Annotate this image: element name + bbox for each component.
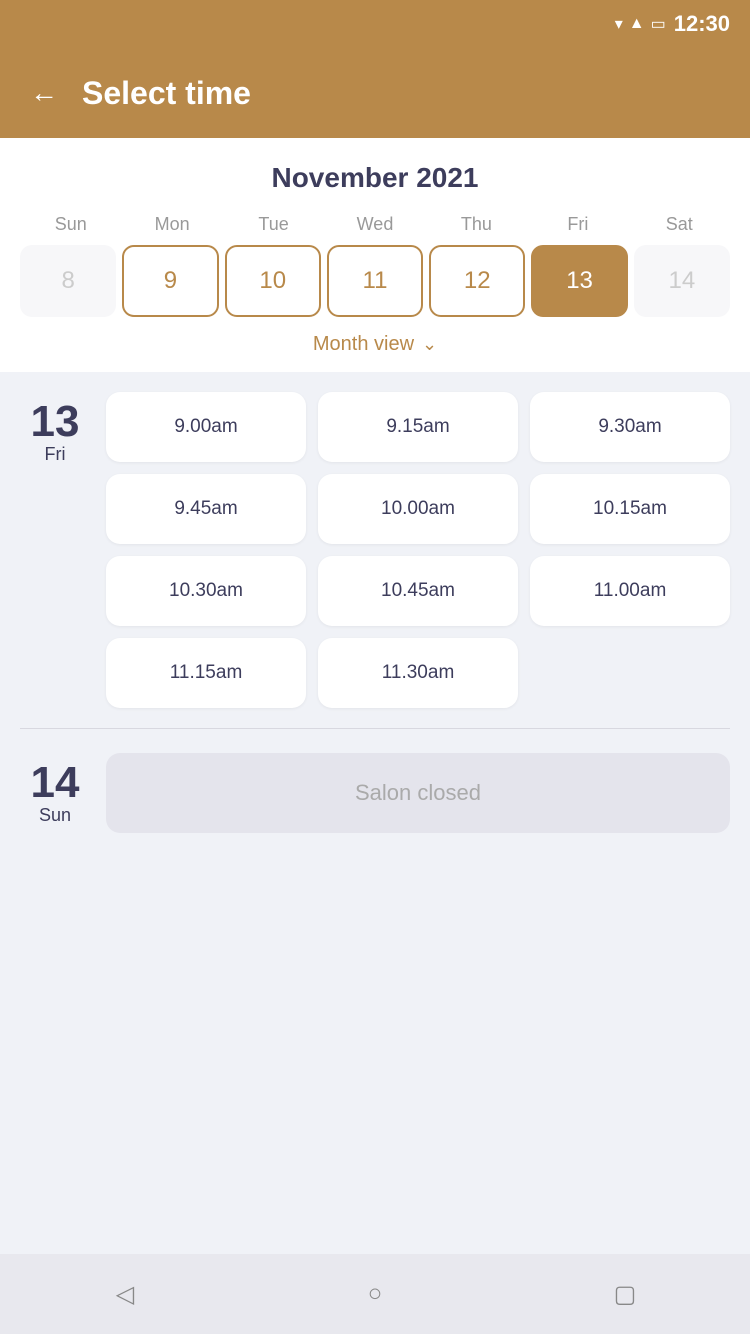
day-name-13: Fri xyxy=(45,444,66,465)
day-label-13: 13 Fri xyxy=(20,392,90,708)
date-cell-14[interactable]: 14 xyxy=(634,245,730,317)
time-slot[interactable]: 10.00am xyxy=(318,474,518,544)
nav-back-button[interactable]: ◁ xyxy=(107,1276,143,1312)
weekday-thu: Thu xyxy=(426,214,527,235)
month-year-label: November 2021 xyxy=(20,162,730,194)
day-block-14: 14 Sun Salon closed xyxy=(20,753,730,833)
day-number-14: 14 xyxy=(31,761,80,805)
time-slot[interactable]: 11.00am xyxy=(530,556,730,626)
nav-bar: ◁ ○ ▢ xyxy=(0,1254,750,1334)
weekday-mon: Mon xyxy=(121,214,222,235)
day-name-14: Sun xyxy=(39,805,71,826)
time-slot[interactable]: 9.15am xyxy=(318,392,518,462)
date-cell-12[interactable]: 12 xyxy=(429,245,525,317)
battery-icon: ▭ xyxy=(651,14,666,34)
recent-nav-icon: ▢ xyxy=(614,1280,637,1309)
nav-recent-button[interactable]: ▢ xyxy=(607,1276,643,1312)
month-view-label: Month view xyxy=(313,333,414,356)
time-slot[interactable]: 9.00am xyxy=(106,392,306,462)
time-slot[interactable]: 11.30am xyxy=(318,638,518,708)
weekday-wed: Wed xyxy=(324,214,425,235)
salon-closed-label: Salon closed xyxy=(106,753,730,833)
chevron-down-icon: ⌄ xyxy=(422,334,437,355)
time-slot[interactable]: 9.45am xyxy=(106,474,306,544)
nav-home-button[interactable]: ○ xyxy=(357,1276,393,1312)
status-bar: ▾ ▲ ▭ 12:30 xyxy=(0,0,750,48)
date-cell-10[interactable]: 10 xyxy=(225,245,321,317)
weekday-sun: Sun xyxy=(20,214,121,235)
time-section: 13 Fri 9.00am 9.15am 9.30am 9.45am 10.00… xyxy=(0,372,750,1254)
date-cell-9[interactable]: 9 xyxy=(122,245,218,317)
time-slot[interactable]: 10.15am xyxy=(530,474,730,544)
status-icons: ▾ ▲ ▭ xyxy=(615,14,666,34)
home-nav-icon: ○ xyxy=(368,1280,383,1308)
signal-icon: ▲ xyxy=(629,15,645,33)
weekday-sat: Sat xyxy=(629,214,730,235)
status-time: 12:30 xyxy=(674,11,730,37)
day-label-14: 14 Sun xyxy=(20,753,90,833)
date-cell-8[interactable]: 8 xyxy=(20,245,116,317)
section-divider xyxy=(20,728,730,729)
date-row: 8 9 10 11 12 13 14 xyxy=(20,245,730,317)
weekday-fri: Fri xyxy=(527,214,628,235)
time-slot[interactable]: 9.30am xyxy=(530,392,730,462)
calendar-section: November 2021 Sun Mon Tue Wed Thu Fri Sa… xyxy=(0,138,750,372)
weekday-tue: Tue xyxy=(223,214,324,235)
page-title: Select time xyxy=(82,75,251,112)
month-view-toggle[interactable]: Month view ⌄ xyxy=(20,333,730,356)
day-number-13: 13 xyxy=(31,400,80,444)
app-header: ← Select time xyxy=(0,48,750,138)
weekday-row: Sun Mon Tue Wed Thu Fri Sat xyxy=(20,214,730,235)
date-cell-11[interactable]: 11 xyxy=(327,245,423,317)
wifi-icon: ▾ xyxy=(615,14,623,34)
slots-grid-13: 9.00am 9.15am 9.30am 9.45am 10.00am 10.1… xyxy=(106,392,730,708)
back-nav-icon: ◁ xyxy=(116,1280,134,1309)
time-slot[interactable]: 10.30am xyxy=(106,556,306,626)
back-button[interactable]: ← xyxy=(30,79,58,107)
day-block-13: 13 Fri 9.00am 9.15am 9.30am 9.45am 10.00… xyxy=(20,392,730,708)
time-slot[interactable]: 11.15am xyxy=(106,638,306,708)
date-cell-13[interactable]: 13 xyxy=(531,245,627,317)
time-slot[interactable]: 10.45am xyxy=(318,556,518,626)
